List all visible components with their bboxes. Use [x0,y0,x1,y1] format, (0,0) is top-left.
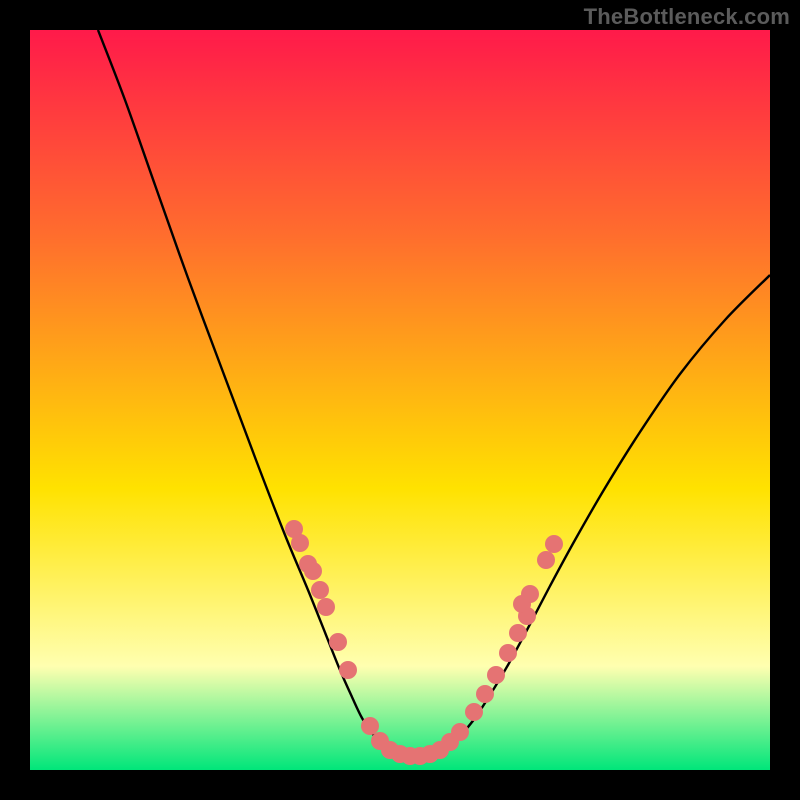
scatter-dot [304,562,322,580]
scatter-dot [329,633,347,651]
scatter-dot [509,624,527,642]
plot-area [30,30,770,770]
scatter-dot [499,644,517,662]
scatter-dot [451,723,469,741]
scatter-dot [317,598,335,616]
scatter-dot [487,666,505,684]
scatter-dot [476,685,494,703]
scatter-dot [545,535,563,553]
scatter-dot [291,534,309,552]
watermark-label: TheBottleneck.com [584,4,790,30]
scatter-dot [361,717,379,735]
scatter-dot [521,585,539,603]
scatter-dot [465,703,483,721]
gradient-background [30,30,770,770]
scatter-dot [311,581,329,599]
scatter-dot [339,661,357,679]
chart-svg [30,30,770,770]
scatter-dot [537,551,555,569]
chart-container: TheBottleneck.com [0,0,800,800]
